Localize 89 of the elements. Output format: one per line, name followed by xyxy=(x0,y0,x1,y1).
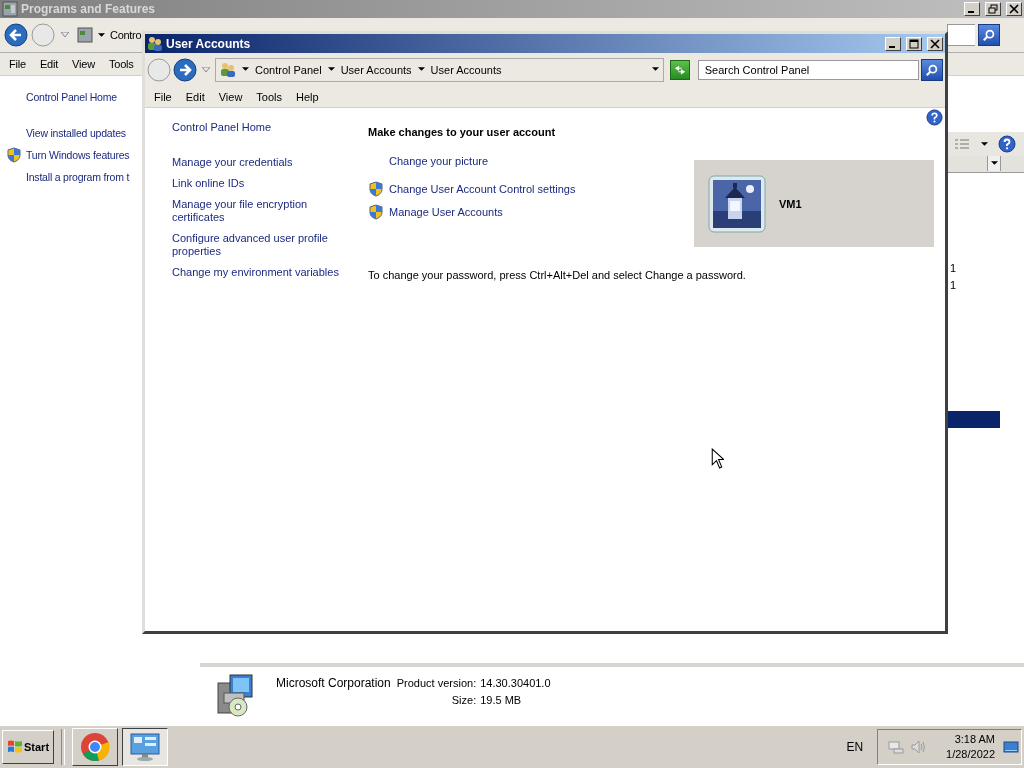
publisher-name: Microsoft Corporation xyxy=(276,676,391,690)
minimize-icon xyxy=(889,45,895,48)
menu-item[interactable]: View xyxy=(65,58,102,70)
column-header[interactable] xyxy=(987,156,1001,171)
window-title: User Accounts xyxy=(166,36,251,51)
help-icon[interactable] xyxy=(998,135,1016,153)
search-icon xyxy=(925,62,940,77)
caret-icon[interactable] xyxy=(990,161,998,166)
programs-icon xyxy=(2,1,18,17)
restore-icon xyxy=(988,4,998,14)
menu-item[interactable]: Edit xyxy=(178,90,212,103)
search-button[interactable] xyxy=(978,24,1000,46)
users-icon xyxy=(147,35,163,52)
restore-button[interactable] xyxy=(985,2,1001,16)
menu-item[interactable]: Help xyxy=(289,90,326,103)
caret-icon[interactable] xyxy=(242,67,249,72)
sidebar-link[interactable]: Control Panel Home xyxy=(172,121,342,134)
close-button[interactable] xyxy=(1006,2,1022,16)
language-indicator[interactable]: EN xyxy=(846,740,864,754)
task-link[interactable]: Change your picture xyxy=(389,154,489,167)
section-heading: Make changes to your user account xyxy=(368,126,557,138)
refresh-button[interactable] xyxy=(669,59,690,80)
shield-icon xyxy=(368,203,384,220)
caret-icon[interactable] xyxy=(417,67,425,72)
cursor-icon xyxy=(711,448,724,469)
breadcrumb-item[interactable]: User Accounts xyxy=(430,63,502,76)
back-button[interactable] xyxy=(4,23,28,47)
menu-item[interactable]: Tools xyxy=(101,58,141,70)
history-caret-icon[interactable] xyxy=(202,66,210,73)
show-desktop-icon[interactable] xyxy=(1003,739,1019,755)
detail-value: 14.30.30401.0 xyxy=(480,677,551,689)
sidebar-link[interactable]: Control Panel Home xyxy=(26,91,117,103)
programs-icon xyxy=(77,27,93,43)
close-button[interactable] xyxy=(927,36,943,51)
program-row[interactable]: 1 xyxy=(948,277,1000,294)
close-icon xyxy=(1009,4,1019,14)
sidebar-link[interactable]: Change my environment variables xyxy=(172,266,342,279)
task-link[interactable]: Change User Account Control settings xyxy=(389,182,576,195)
password-note: To change your password, press Ctrl+Alt+Del and select Change a password. xyxy=(368,269,747,281)
shield-icon xyxy=(6,147,22,163)
help-icon[interactable] xyxy=(926,109,943,126)
search-field[interactable]: Search Control Panel xyxy=(697,59,920,80)
clock-time: 3:18 AM xyxy=(954,732,995,747)
shield-icon xyxy=(368,180,384,197)
caret-icon[interactable] xyxy=(327,67,335,72)
sidebar-link[interactable]: Link online IDs xyxy=(172,177,342,190)
window-title: Programs and Features xyxy=(21,2,156,16)
breadcrumb-item[interactable]: Contro xyxy=(110,29,142,41)
caret-icon[interactable] xyxy=(981,141,988,147)
search-field[interactable] xyxy=(947,24,975,46)
history-caret-icon[interactable] xyxy=(61,32,69,38)
menu-item[interactable]: File xyxy=(2,58,33,70)
task-link[interactable]: Manage User Accounts xyxy=(389,205,503,218)
detail-label: Size: xyxy=(450,694,477,706)
forward-button[interactable] xyxy=(173,57,197,82)
control-panel-icon xyxy=(129,731,162,763)
browser-icon xyxy=(79,731,112,763)
caret-icon[interactable] xyxy=(98,32,105,38)
maximize-icon xyxy=(909,38,919,49)
program-row[interactable]: 1 xyxy=(948,260,1000,277)
search-icon xyxy=(982,28,996,42)
maximize-button[interactable] xyxy=(906,36,922,51)
sidebar-link[interactable]: View installed updates xyxy=(26,127,126,139)
close-icon xyxy=(930,38,940,49)
detail-label: Product version: xyxy=(396,677,477,689)
clock-date: 1/28/2022 xyxy=(946,747,995,762)
breadcrumb-item[interactable]: Control Panel xyxy=(255,63,322,76)
menu-item[interactable]: File xyxy=(147,90,179,103)
sidebar-link[interactable]: Turn Windows features xyxy=(26,149,130,161)
breadcrumb-item[interactable]: User Accounts xyxy=(340,63,412,76)
search-button[interactable] xyxy=(921,58,943,81)
menu-item[interactable]: Edit xyxy=(32,58,66,70)
address-bar[interactable]: Control Panel User Accounts User Accounts xyxy=(215,57,664,82)
menu-item[interactable]: View xyxy=(211,90,250,103)
minimize-button[interactable] xyxy=(885,36,901,51)
sidebar-link[interactable]: Configure advanced user profile properties xyxy=(172,232,342,258)
taskbar-button[interactable] xyxy=(122,728,169,766)
users-icon xyxy=(220,61,236,78)
menu-item[interactable]: Tools xyxy=(249,90,290,103)
sidebar-link[interactable]: Manage your file encryption certificates xyxy=(172,198,342,224)
minimize-button[interactable] xyxy=(964,2,980,16)
user-name: VM1 xyxy=(779,197,802,210)
sidebar-link[interactable]: Install a program from t xyxy=(26,171,130,183)
windows-logo xyxy=(7,739,23,755)
sidebar-link[interactable]: Manage your credentials xyxy=(172,156,342,169)
detail-value: 19.5 MB xyxy=(480,694,523,706)
start-button[interactable]: Start xyxy=(2,730,55,764)
dropdown-caret-icon[interactable] xyxy=(651,67,659,72)
minimize-icon xyxy=(968,11,974,13)
